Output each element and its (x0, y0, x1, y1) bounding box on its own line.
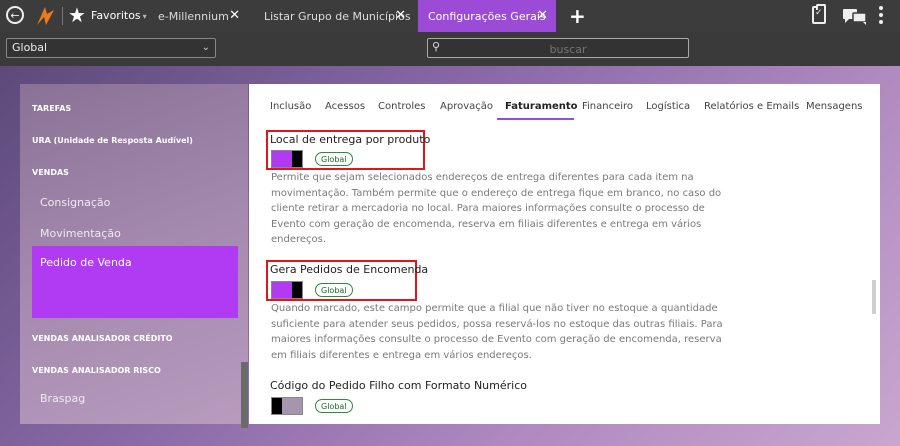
close-icon[interactable]: ✕ (395, 8, 406, 23)
tab-label: Listar Grupo de Municípios (264, 9, 411, 23)
sidebar-item-braspag[interactable]: Braspag (40, 392, 258, 405)
scope-select-value: Global (12, 41, 48, 54)
chevron-down-icon: ⌄ (201, 42, 210, 53)
toggle-codigo-pedido-filho[interactable] (271, 397, 303, 415)
search-input[interactable] (448, 39, 688, 59)
active-tab-indicator (497, 118, 574, 120)
content-frame: TAREFAS URA (Unidade de Resposta Audível… (0, 66, 900, 446)
description-line: cliente retirar a mercadoria no local. P… (271, 203, 705, 214)
app-logo-icon[interactable] (34, 5, 56, 27)
filter-bar: Global ⌄ ⚲ (0, 32, 900, 66)
top-bar: ← ★ Favoritos ▾ e-Millennium ✕ Listar Gru… (0, 0, 900, 32)
favorites-menu[interactable]: Favoritos ▾ (91, 9, 147, 22)
description-line: em filiais diferentes e entrega em vário… (271, 349, 532, 361)
sidebar-item-pedido-de-venda[interactable]: Pedido de Venda (32, 246, 238, 318)
search-icon: ⚲ (432, 40, 441, 53)
tab-listar-grupo-municipios[interactable]: Listar Grupo de Municípios ✕ (254, 0, 414, 32)
close-icon[interactable]: ✕ (229, 8, 240, 23)
toggle-knob (292, 151, 302, 167)
toggle-local-entrega-produto[interactable] (271, 150, 303, 168)
settings-tabs: Inclusão Acessos Controles Aprovação Fat… (249, 84, 880, 120)
description-line: suficiente para atender seus pedidos, po… (271, 318, 723, 330)
scope-badge: Global (315, 283, 353, 297)
favorites-label: Favoritos (91, 9, 141, 22)
tab-label: Configurações Gerais (428, 9, 546, 23)
tab-e-millennium[interactable]: e-Millennium ✕ (148, 0, 248, 32)
description-line: movimentação. Também permite que o ender… (271, 187, 722, 199)
toggle-knob (292, 282, 302, 298)
tab-relatorios-emails[interactable]: Relatórios e Emails (704, 101, 799, 112)
description-line: Quando marcado, este campo permite que a… (271, 303, 718, 314)
setting-title: Código do Pedido Filho com Formato Numér… (270, 379, 527, 392)
tab-label: e-Millennium (158, 9, 229, 23)
clipboard-check-icon[interactable] (812, 4, 826, 24)
star-icon[interactable]: ★ (68, 3, 86, 27)
tab-mensagens[interactable]: Mensagens (806, 101, 863, 112)
tab-financeiro[interactable]: Financeiro (582, 101, 633, 112)
description-line: maiores informações consulte o processo … (271, 334, 722, 345)
settings-sidebar: TAREFAS URA (Unidade de Resposta Audível… (20, 84, 250, 428)
sidebar-item-consignacao[interactable]: Consignação (40, 196, 258, 209)
sidebar-item-tarefas[interactable]: TAREFAS (32, 104, 250, 113)
setting-description: Permite que sejam selecionados endereços… (271, 170, 731, 248)
setting-description: Quando marcado, este campo permite que a… (271, 301, 731, 363)
chat-icon[interactable] (842, 7, 868, 25)
description-line: Permite que sejam selecionados endereços… (271, 172, 694, 183)
divider (62, 7, 63, 25)
tab-configuracoes-gerais[interactable]: Configurações Gerais ✕ (418, 0, 556, 32)
sidebar-item-ura[interactable]: URA (Unidade de Resposta Audível) (32, 136, 250, 145)
search-box[interactable]: ⚲ (427, 38, 689, 59)
description-line: Evento com geração de encomenda, reserva… (271, 218, 702, 230)
add-tab-button[interactable]: + (569, 6, 586, 26)
tab-faturamento[interactable]: Faturamento (505, 101, 578, 112)
tab-logistica[interactable]: Logística (646, 101, 690, 112)
close-icon[interactable]: ✕ (537, 8, 548, 23)
tab-acessos[interactable]: Acessos (325, 101, 365, 112)
more-options-icon[interactable] (877, 6, 885, 24)
settings-panel: Inclusão Acessos Controles Aprovação Fat… (249, 84, 880, 424)
back-icon[interactable]: ← (6, 6, 24, 24)
sidebar-item-movimentacao[interactable]: Movimentação (40, 227, 258, 240)
sidebar-scrollbar[interactable] (241, 362, 248, 428)
setting-title: Local de entrega por produto (270, 133, 431, 146)
panel-scrollbar[interactable] (872, 280, 876, 314)
scope-select[interactable]: Global ⌄ (6, 38, 216, 58)
tab-aprovacao[interactable]: Aprovação (440, 101, 493, 112)
scope-badge: Global (315, 399, 353, 413)
description-line: endereços. (271, 234, 327, 245)
toggle-gera-pedidos-encomenda[interactable] (271, 281, 303, 299)
toggle-knob (272, 398, 282, 414)
sidebar-item-vendas[interactable]: VENDAS (32, 168, 250, 177)
sidebar-item-vendas-analisador-risco[interactable]: VENDAS ANALISADOR RISCO (32, 366, 250, 375)
scope-badge: Global (315, 152, 353, 166)
tab-inclusao[interactable]: Inclusão (270, 101, 311, 112)
tab-controles[interactable]: Controles (378, 101, 426, 112)
setting-title: Gera Pedidos de Encomenda (270, 263, 429, 276)
sidebar-item-vendas-analisador-credito[interactable]: VENDAS ANALISADOR CRÉDITO (32, 334, 250, 343)
caret-down-icon: ▾ (142, 12, 147, 21)
